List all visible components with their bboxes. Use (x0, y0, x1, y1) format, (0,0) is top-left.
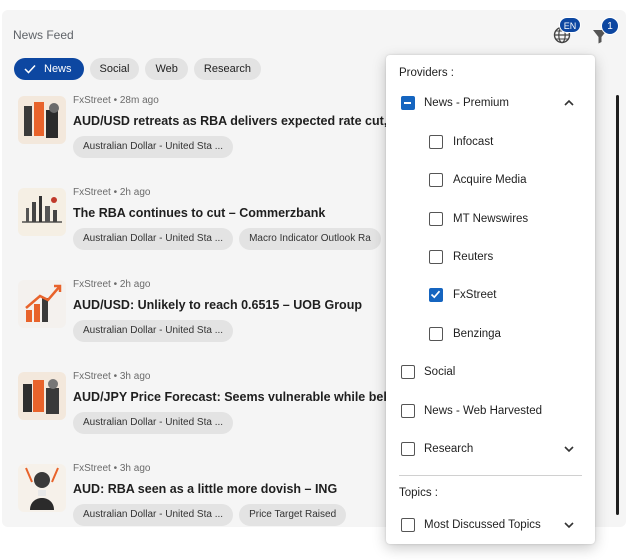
news-meta: FxStreet • 3h ago (73, 371, 151, 382)
checkbox[interactable] (429, 327, 443, 341)
filter-dropdown: Providers : News - Premium Infocast Acqu… (386, 55, 595, 544)
checkbox[interactable] (401, 442, 415, 456)
news-title[interactable]: AUD/USD: Unlikely to reach 0.6515 – UOB … (73, 298, 362, 312)
news-meta: FxStreet • 28m ago (73, 95, 159, 106)
check-icon (430, 290, 441, 299)
filter-reuters[interactable]: Reuters (386, 245, 595, 269)
filter-fxstreet[interactable]: FxStreet (386, 283, 595, 307)
filter-label: Acquire Media (453, 174, 527, 186)
news-thumbnail (18, 96, 66, 144)
chip-label: News (44, 63, 72, 75)
news-tags: Australian Dollar - United Sta ... Price… (73, 504, 347, 526)
checked-checkbox[interactable] (429, 288, 443, 302)
filter-label: Social (424, 366, 456, 378)
news-source: FxStreet (73, 187, 111, 198)
filter-label: Most Discussed Topics (424, 519, 541, 531)
news-title[interactable]: AUD/USD retreats as RBA delivers expecte… (73, 114, 409, 128)
news-meta: FxStreet • 2h ago (73, 279, 151, 290)
filter-research[interactable]: Research (386, 437, 595, 461)
news-tag[interactable]: Australian Dollar - United Sta ... (73, 228, 234, 250)
filter-label: FxStreet (453, 289, 497, 301)
news-thumbnail (18, 280, 66, 328)
news-thumbnail (18, 188, 66, 236)
news-source: FxStreet (73, 279, 111, 290)
news-tag[interactable]: Price Target Raised (239, 504, 347, 526)
checkbox[interactable] (401, 404, 415, 418)
filter-label: News - Premium (424, 97, 509, 109)
chip-research[interactable]: Research (193, 58, 261, 80)
filter-acquire-media[interactable]: Acquire Media (386, 168, 595, 192)
news-time: 28m ago (119, 95, 159, 106)
divider (399, 475, 582, 476)
filter-most-discussed[interactable]: Most Discussed Topics (386, 513, 595, 537)
checkbox[interactable] (429, 173, 443, 187)
check-icon (24, 64, 36, 74)
filter-label: Infocast (453, 136, 494, 148)
news-tag[interactable]: Australian Dollar - United Sta ... (73, 504, 234, 526)
filter-label: News - Web Harvested (424, 405, 543, 417)
checkbox[interactable] (401, 518, 415, 532)
news-source: FxStreet (73, 371, 111, 382)
news-title[interactable]: AUD: RBA seen as a little more dovish – … (73, 482, 337, 496)
source-chips: News Social Web Research (14, 58, 261, 80)
filter-label: Research (424, 443, 474, 455)
news-tags: Australian Dollar - United Sta ... (73, 136, 234, 158)
checkbox[interactable] (429, 250, 443, 264)
filter-label: Benzinga (453, 328, 501, 340)
checkbox[interactable] (401, 365, 415, 379)
news-source: FxStreet (73, 95, 111, 106)
checkbox[interactable] (429, 135, 443, 149)
news-title[interactable]: AUD/JPY Price Forecast: Seems vulnerable… (73, 390, 415, 404)
chevron-down-icon[interactable] (563, 443, 575, 455)
news-meta: FxStreet • 2h ago (73, 187, 151, 198)
filter-label: MT Newswires (453, 213, 529, 225)
news-time: 3h ago (119, 371, 151, 382)
news-title[interactable]: The RBA continues to cut – Commerzbank (73, 206, 325, 220)
filter-mt-newswires[interactable]: MT Newswires (386, 207, 595, 231)
chevron-up-icon[interactable] (563, 97, 575, 109)
filter-benzinga[interactable]: Benzinga (386, 322, 595, 346)
language-badge: EN (559, 17, 581, 33)
filter-label: Reuters (453, 251, 494, 263)
indeterminate-checkbox[interactable] (401, 96, 415, 110)
news-time: 3h ago (119, 463, 151, 474)
filter-infocast[interactable]: Infocast (386, 130, 595, 154)
news-tags: Australian Dollar - United Sta ... (73, 412, 234, 434)
news-tag[interactable]: Macro Indicator Outlook Ra (239, 228, 381, 250)
chip-social[interactable]: Social (89, 58, 140, 80)
providers-heading: Providers : (399, 67, 454, 79)
news-time: 2h ago (119, 187, 151, 198)
filter-social[interactable]: Social (386, 360, 595, 384)
news-thumbnail (18, 372, 66, 420)
chevron-down-icon[interactable] (563, 519, 575, 531)
news-tags: Australian Dollar - United Sta ... Macro… (73, 228, 381, 250)
page-title: News Feed (13, 28, 74, 42)
feed-scrollbar[interactable] (616, 95, 619, 515)
news-thumbnail (18, 464, 66, 512)
news-tag[interactable]: Australian Dollar - United Sta ... (73, 412, 234, 434)
filter-count-badge: 1 (601, 17, 619, 35)
topics-heading: Topics : (399, 487, 438, 499)
checkbox[interactable] (429, 212, 443, 226)
news-source: FxStreet (73, 463, 111, 474)
chip-web[interactable]: Web (145, 58, 188, 80)
news-tag[interactable]: Australian Dollar - United Sta ... (73, 320, 234, 342)
chip-news[interactable]: News (14, 58, 84, 80)
news-tags: Australian Dollar - United Sta ... (73, 320, 234, 342)
news-time: 2h ago (119, 279, 151, 290)
filter-web-harvested[interactable]: News - Web Harvested (386, 399, 595, 423)
news-meta: FxStreet • 3h ago (73, 463, 151, 474)
filter-news-premium[interactable]: News - Premium (386, 91, 595, 115)
news-tag[interactable]: Australian Dollar - United Sta ... (73, 136, 234, 158)
